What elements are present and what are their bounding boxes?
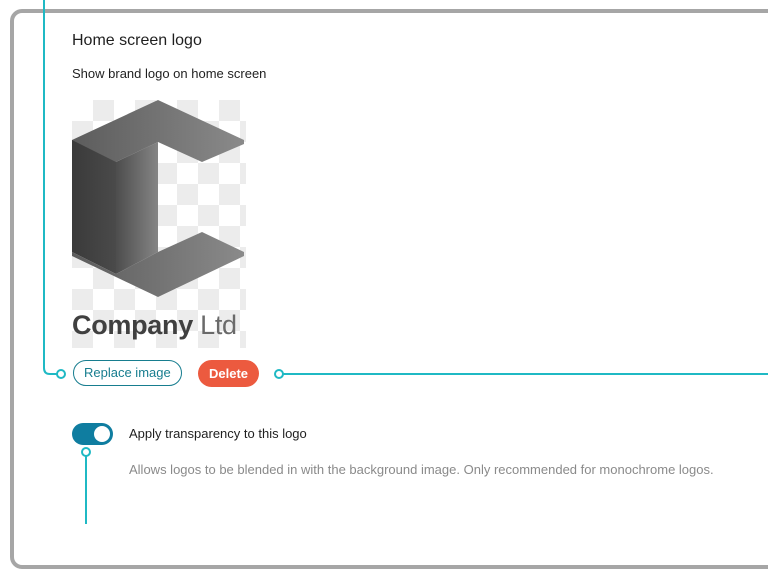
toggle-knob <box>94 426 110 442</box>
transparency-label: Apply transparency to this logo <box>129 426 307 441</box>
section-subtitle: Show brand logo on home screen <box>72 66 267 81</box>
logo-preview: Company Ltd <box>72 100 246 348</box>
logo-wordmark: Company Ltd <box>72 310 237 341</box>
transparency-toggle[interactable] <box>72 423 113 445</box>
delete-button[interactable]: Delete <box>198 360 260 387</box>
logo-wordmark-light: Ltd <box>200 310 237 340</box>
logo-wordmark-bold: Company <box>72 310 193 340</box>
section-title: Home screen logo <box>72 32 202 49</box>
transparency-help-text: Allows logos to be blended in with the b… <box>129 462 714 477</box>
replace-image-button[interactable]: Replace image <box>73 360 182 386</box>
